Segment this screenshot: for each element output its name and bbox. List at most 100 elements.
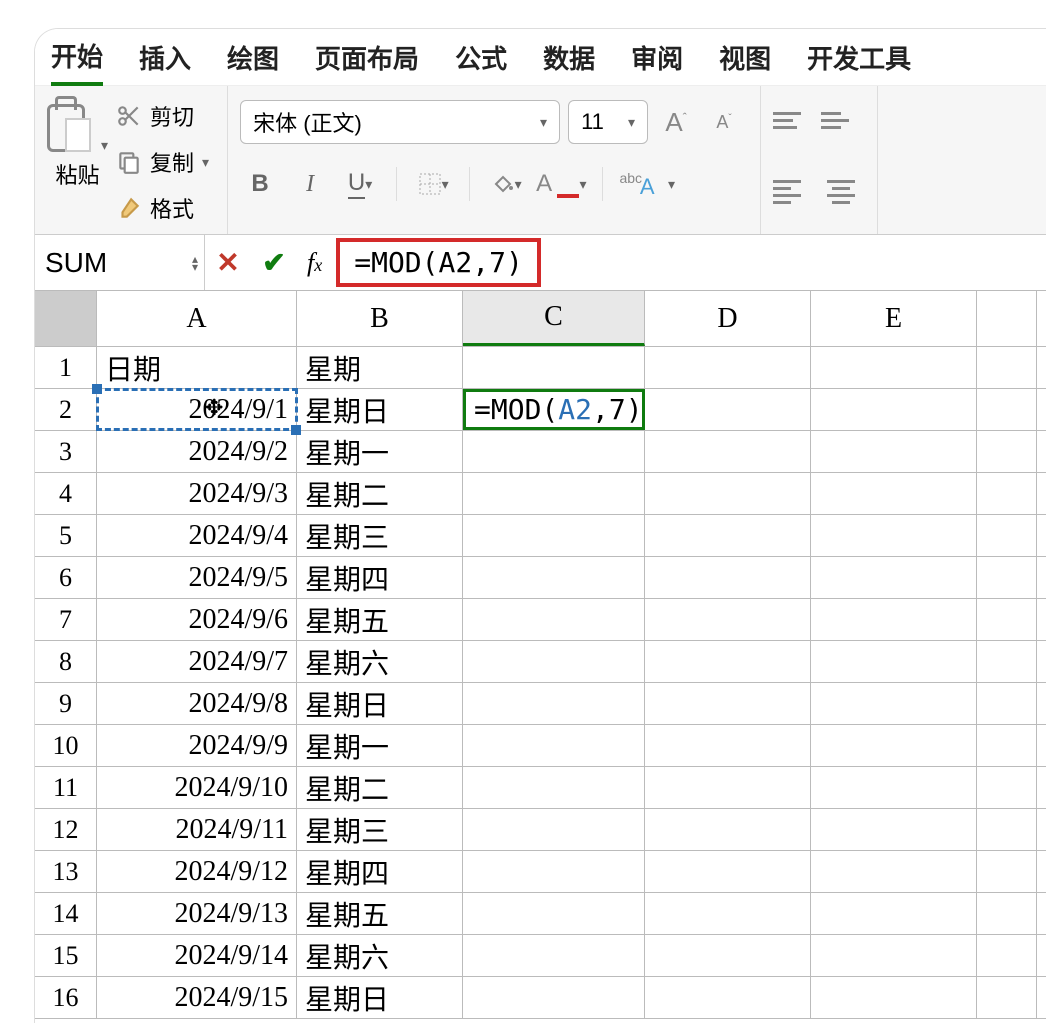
cell-A5[interactable]: 2024/9/4: [97, 515, 297, 556]
cell-C12[interactable]: [463, 809, 645, 850]
row-header[interactable]: 5: [35, 515, 97, 556]
cell-E11[interactable]: [811, 767, 977, 808]
cell-A14[interactable]: 2024/9/13: [97, 893, 297, 934]
cut-button[interactable]: 剪切: [114, 96, 211, 136]
align-center-button[interactable]: [821, 172, 861, 212]
cell-F13[interactable]: [977, 851, 1037, 892]
cell-B3[interactable]: 星期一: [297, 431, 463, 472]
tab-pagelayout[interactable]: 页面布局: [315, 31, 419, 84]
cell-F16[interactable]: [977, 977, 1037, 1018]
row-header[interactable]: 15: [35, 935, 97, 976]
cell-A6[interactable]: 2024/9/5: [97, 557, 297, 598]
row-header[interactable]: 9: [35, 683, 97, 724]
cell-B8[interactable]: 星期六: [297, 641, 463, 682]
cell-E16[interactable]: [811, 977, 977, 1018]
cell-E10[interactable]: [811, 725, 977, 766]
cell-D9[interactable]: [645, 683, 811, 724]
name-box[interactable]: SUM ▴▾: [35, 235, 205, 290]
cell-B16[interactable]: 星期日: [297, 977, 463, 1018]
name-box-spinner[interactable]: ▴▾: [192, 255, 198, 271]
increase-font-button[interactable]: Aˆ: [656, 102, 696, 142]
cell-C2[interactable]: =MOD(A2,7): [463, 389, 645, 430]
cell-D3[interactable]: [645, 431, 811, 472]
row-header[interactable]: 13: [35, 851, 97, 892]
cell-E2[interactable]: [811, 389, 977, 430]
cell-E6[interactable]: [811, 557, 977, 598]
cell-A16[interactable]: 2024/9/15: [97, 977, 297, 1018]
cell-F8[interactable]: [977, 641, 1037, 682]
col-header-E[interactable]: E: [811, 291, 977, 346]
cell-F10[interactable]: [977, 725, 1037, 766]
row-header[interactable]: 7: [35, 599, 97, 640]
cell-A15[interactable]: 2024/9/14: [97, 935, 297, 976]
cell-A7[interactable]: 2024/9/6: [97, 599, 297, 640]
cell-C9[interactable]: [463, 683, 645, 724]
cell-B4[interactable]: 星期二: [297, 473, 463, 514]
cell-C11[interactable]: [463, 767, 645, 808]
cell-B2[interactable]: 星期日: [297, 389, 463, 430]
fill-color-button[interactable]: ▾: [486, 164, 526, 204]
cell-C5[interactable]: [463, 515, 645, 556]
tab-developer[interactable]: 开发工具: [807, 31, 911, 84]
cell-E5[interactable]: [811, 515, 977, 556]
italic-button[interactable]: I: [290, 164, 330, 204]
cell-D2[interactable]: [645, 389, 811, 430]
row-header[interactable]: 3: [35, 431, 97, 472]
cell-C16[interactable]: [463, 977, 645, 1018]
cell-D14[interactable]: [645, 893, 811, 934]
cell-D8[interactable]: [645, 641, 811, 682]
align-left-button[interactable]: [773, 172, 813, 212]
cell-D7[interactable]: [645, 599, 811, 640]
cell-E3[interactable]: [811, 431, 977, 472]
cell-A8[interactable]: 2024/9/7: [97, 641, 297, 682]
col-header-B[interactable]: B: [297, 291, 463, 346]
cell-F14[interactable]: [977, 893, 1037, 934]
cell-C15[interactable]: [463, 935, 645, 976]
row-header[interactable]: 11: [35, 767, 97, 808]
cell-D6[interactable]: [645, 557, 811, 598]
cell-E15[interactable]: [811, 935, 977, 976]
align-middle-button[interactable]: [821, 100, 861, 140]
tab-data[interactable]: 数据: [543, 31, 595, 84]
cell-A10[interactable]: 2024/9/9: [97, 725, 297, 766]
row-header[interactable]: 6: [35, 557, 97, 598]
cell-D16[interactable]: [645, 977, 811, 1018]
tab-formulas[interactable]: 公式: [455, 31, 507, 84]
cell-E9[interactable]: [811, 683, 977, 724]
tab-draw[interactable]: 绘图: [227, 31, 279, 84]
cell-E7[interactable]: [811, 599, 977, 640]
cell-B7[interactable]: 星期五: [297, 599, 463, 640]
cell-F9[interactable]: [977, 683, 1037, 724]
cell-A4[interactable]: 2024/9/3: [97, 473, 297, 514]
cell-A1[interactable]: 日期: [97, 347, 297, 388]
underline-button[interactable]: U ▾: [340, 164, 380, 204]
cell-F1[interactable]: [977, 347, 1037, 388]
tab-home[interactable]: 开始: [51, 29, 103, 86]
cancel-button[interactable]: ✕: [205, 246, 251, 279]
cell-C3[interactable]: [463, 431, 645, 472]
cell-D5[interactable]: [645, 515, 811, 556]
cell-F5[interactable]: [977, 515, 1037, 556]
tab-insert[interactable]: 插入: [139, 31, 191, 84]
cell-F3[interactable]: [977, 431, 1037, 472]
cell-D15[interactable]: [645, 935, 811, 976]
font-color-button[interactable]: A ▾: [536, 164, 586, 204]
confirm-button[interactable]: ✔: [251, 246, 297, 279]
row-header[interactable]: 2: [35, 389, 97, 430]
col-header-F[interactable]: [977, 291, 1037, 346]
row-header[interactable]: 10: [35, 725, 97, 766]
formula-input[interactable]: =MOD(A2,7): [336, 238, 541, 287]
cell-E8[interactable]: [811, 641, 977, 682]
col-header-D[interactable]: D: [645, 291, 811, 346]
chevron-down-icon[interactable]: ▾: [101, 137, 108, 154]
cell-C4[interactable]: [463, 473, 645, 514]
select-all-corner[interactable]: [35, 291, 97, 346]
cell-B5[interactable]: 星期三: [297, 515, 463, 556]
chevron-down-icon[interactable]: ▾: [202, 154, 209, 171]
cell-B6[interactable]: 星期四: [297, 557, 463, 598]
fx-icon[interactable]: fx: [297, 248, 332, 278]
cell-F15[interactable]: [977, 935, 1037, 976]
cell-F12[interactable]: [977, 809, 1037, 850]
row-header[interactable]: 8: [35, 641, 97, 682]
cell-C1[interactable]: [463, 347, 645, 388]
